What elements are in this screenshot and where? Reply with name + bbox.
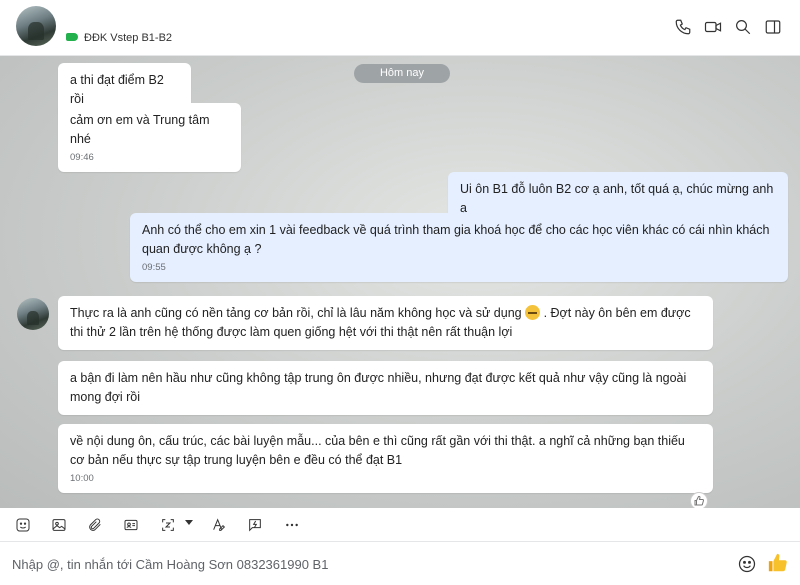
phone-icon[interactable]: [672, 16, 694, 38]
message-list[interactable]: Hôm nay a thi đạt điểm B2 rồi cảm ơn em …: [0, 56, 800, 508]
group-avatar[interactable]: [16, 6, 56, 46]
urgent-message-icon[interactable]: [245, 516, 265, 534]
message-text: Anh có thể cho em xin 1 vài feedback về …: [142, 223, 770, 256]
chat-header: ĐĐK Vstep B1-B2: [0, 0, 800, 56]
contact-card-icon[interactable]: [121, 516, 141, 534]
message-text: Ui ôn B1 đỗ luôn B2 cơ ạ anh, tốt quá ạ,…: [460, 182, 774, 215]
sender-avatar[interactable]: [17, 298, 49, 330]
message-time: 09:55: [142, 262, 166, 273]
message-text: Thực ra là anh cũng có nền tảng cơ bản r…: [70, 306, 522, 320]
attachment-icon[interactable]: [85, 516, 105, 534]
quick-like-icon[interactable]: [767, 552, 789, 574]
search-icon[interactable]: [732, 16, 754, 38]
emoji-picker-icon[interactable]: [737, 554, 757, 574]
message-bubble[interactable]: Thực ra là anh cũng có nền tảng cơ bản r…: [58, 296, 713, 350]
image-icon[interactable]: [49, 516, 69, 534]
grinning-face-emoji-icon: [525, 305, 541, 320]
text-format-icon[interactable]: [209, 516, 229, 534]
chevron-down-icon[interactable]: [185, 520, 193, 525]
message-time: 10:00: [70, 473, 94, 484]
message-text: về nội dung ôn, cấu trúc, các bài luyện …: [70, 434, 685, 467]
video-call-icon[interactable]: [702, 16, 724, 38]
message-bubble[interactable]: cảm ơn em và Trung tâm nhé 09:46: [58, 103, 241, 172]
date-separator: Hôm nay: [354, 64, 450, 83]
thumbs-up-icon[interactable]: [690, 492, 708, 508]
message-text: cảm ơn em và Trung tâm nhé: [70, 113, 210, 146]
message-input[interactable]: [12, 552, 712, 576]
sticker-icon[interactable]: [13, 516, 33, 534]
message-time: 09:46: [70, 152, 94, 163]
message-bubble[interactable]: về nội dung ôn, cấu trúc, các bài luyện …: [58, 424, 713, 493]
message-text: a thi đạt điểm B2 rồi: [70, 73, 164, 106]
message-bubble[interactable]: a bận đi làm nên hầu như cũng không tập …: [58, 361, 713, 415]
more-icon[interactable]: [282, 516, 302, 534]
message-bubble-outgoing[interactable]: Anh có thể cho em xin 1 vài feedback về …: [130, 213, 788, 282]
conversation-title[interactable]: ĐĐK Vstep B1-B2: [84, 32, 172, 44]
message-text: a bận đi làm nên hầu như cũng không tập …: [70, 371, 687, 404]
screenshot-icon[interactable]: [158, 516, 178, 534]
composer-toolbar: [0, 508, 800, 542]
sidebar-toggle-icon[interactable]: [762, 16, 784, 38]
composer: [0, 542, 800, 585]
label-tag-icon: [66, 33, 78, 41]
